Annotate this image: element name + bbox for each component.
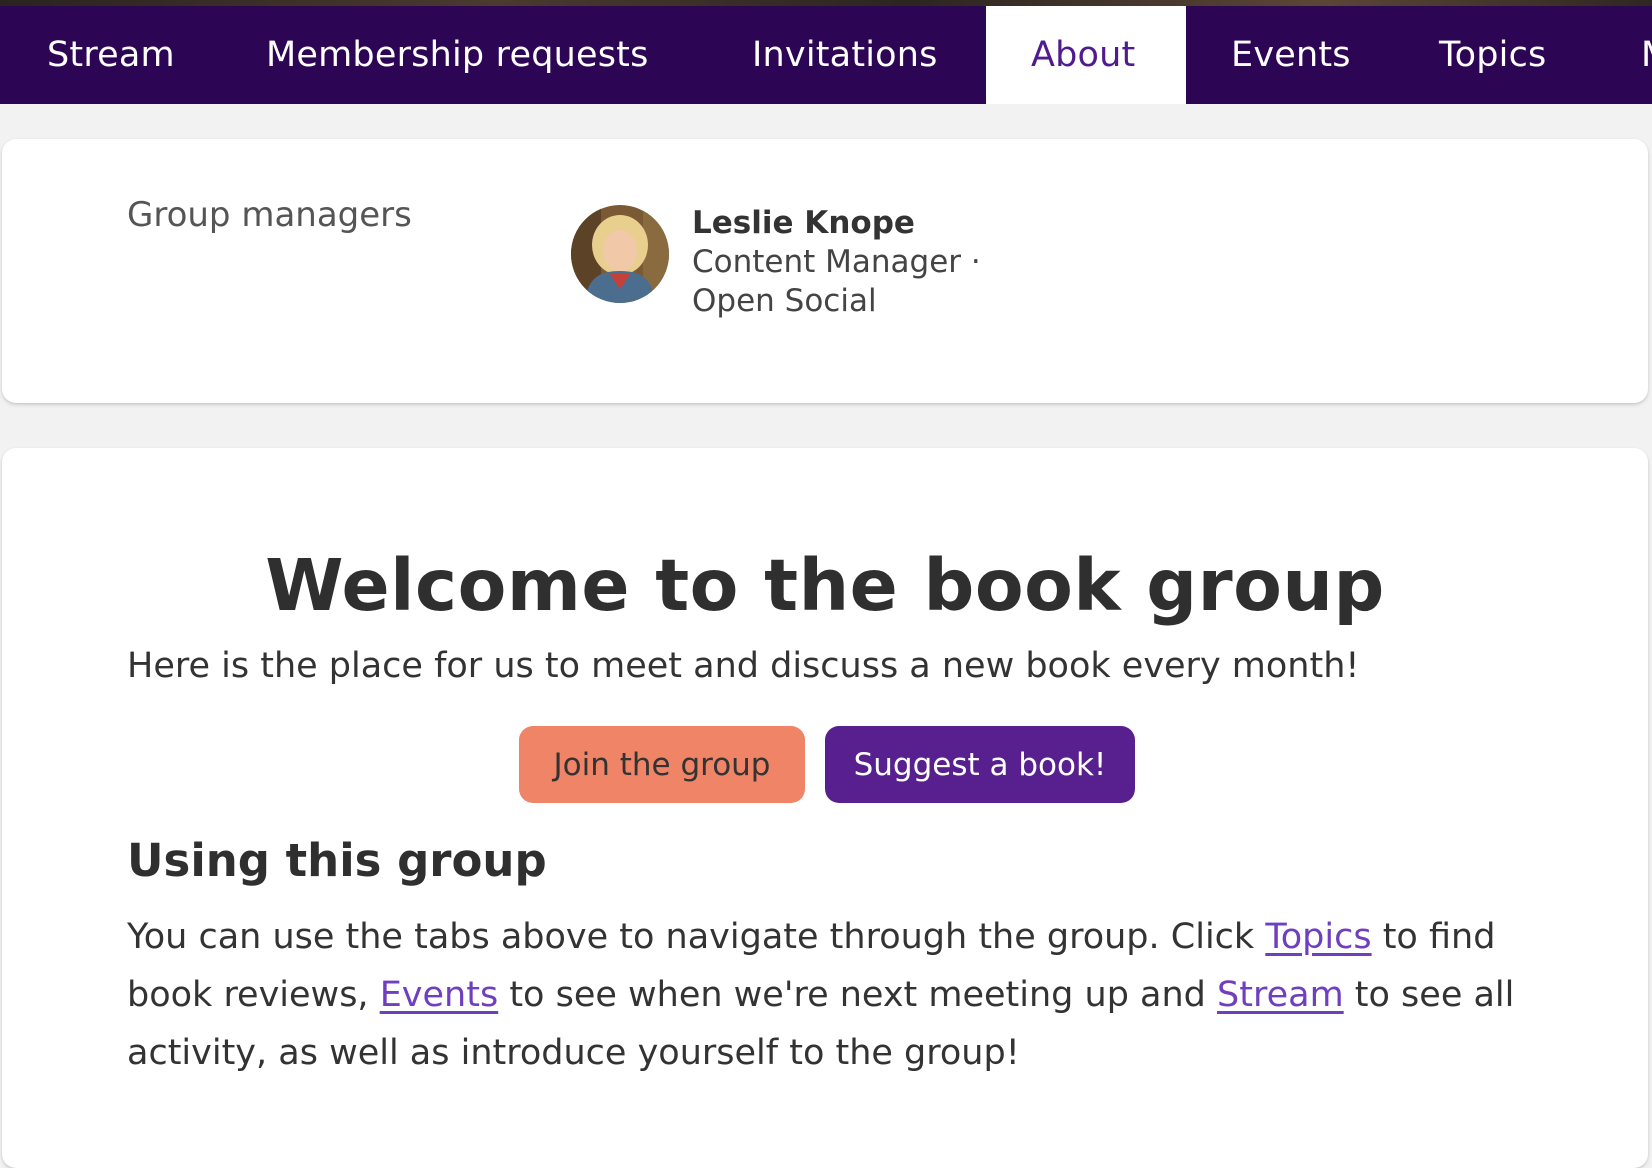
avatar[interactable] — [571, 205, 669, 303]
topics-link[interactable]: Topics — [1265, 917, 1371, 957]
tab-invitations[interactable]: Invitations — [704, 6, 986, 104]
manager-role-title: Content Manager · — [692, 244, 981, 280]
using-group-title: Using this group — [127, 834, 547, 887]
welcome-card: Welcome to the book group Here is the pl… — [2, 448, 1648, 1168]
manager-organization: Open Social — [692, 283, 877, 319]
stream-link[interactable]: Stream — [1217, 975, 1344, 1015]
tab-topics[interactable]: Topics — [1394, 6, 1630, 104]
welcome-intro: Here is the place for us to meet and dis… — [127, 646, 1360, 686]
avatar-image — [571, 205, 669, 303]
tab-membership-requests[interactable]: Membership requests — [218, 6, 704, 104]
group-managers-card: Group managers Leslie Knope Content Mana… — [2, 139, 1648, 403]
manager-role: Content Manager · Open Social — [692, 243, 1022, 321]
tab-events[interactable]: Events — [1186, 6, 1394, 104]
tab-stream[interactable]: Stream — [0, 6, 218, 104]
suggest-book-button[interactable]: Suggest a book! — [825, 726, 1135, 803]
group-managers-label: Group managers — [127, 195, 412, 235]
join-group-button[interactable]: Join the group — [519, 726, 805, 803]
manager-name[interactable]: Leslie Knope — [692, 205, 915, 241]
events-link[interactable]: Events — [380, 975, 499, 1015]
welcome-title: Welcome to the book group — [265, 544, 1385, 627]
group-tabs: Stream Membership requests Invitations A… — [0, 6, 1652, 104]
using-group-text: You can use the tabs above to navigate t… — [127, 908, 1557, 1082]
using-text-part: You can use the tabs above to navigate t… — [127, 917, 1266, 957]
tab-about[interactable]: About — [986, 6, 1186, 104]
using-text-part: to see when we're next meeting up and — [498, 975, 1218, 1015]
tab-more[interactable]: M — [1630, 6, 1652, 104]
